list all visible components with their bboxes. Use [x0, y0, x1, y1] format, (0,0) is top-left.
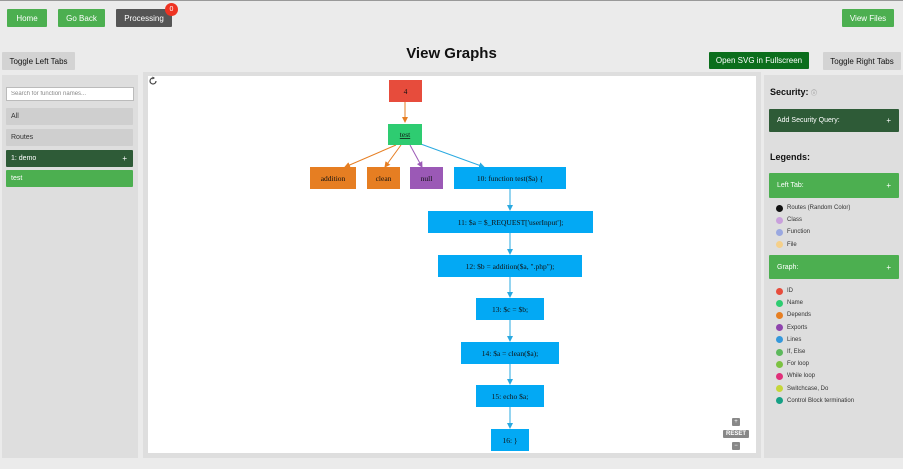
- info-icon: ⓘ: [811, 91, 818, 97]
- node-depends-addition-label: addition: [321, 174, 346, 183]
- legend-label: Class: [787, 217, 803, 224]
- node-line-10-label: 10: function test($a) {: [477, 174, 543, 183]
- legend-item: Switchcase, Do: [776, 384, 828, 394]
- add-security-query-label: Add Security Query:: [777, 117, 840, 124]
- left-item-routes[interactable]: Routes: [6, 129, 133, 146]
- left-item-all[interactable]: All: [6, 108, 133, 125]
- legend-color-dot: [776, 287, 783, 295]
- left-item-demo[interactable]: 1: demo +: [6, 150, 133, 167]
- toggle-right-tabs-button[interactable]: Toggle Right Tabs: [823, 52, 901, 70]
- legend-label: For loop: [787, 361, 810, 368]
- security-title: Security:: [770, 87, 809, 97]
- add-security-query-button[interactable]: Add Security Query: +: [769, 109, 899, 132]
- left-item-label: 1: demo: [11, 155, 37, 162]
- legend-label: Name: [787, 300, 804, 307]
- node-line-12-label: 12: $b = addition($a, ".php");: [466, 262, 555, 271]
- legend-label: Function: [787, 229, 811, 236]
- node-id-label: 4: [404, 87, 408, 96]
- left-item-label: All: [11, 113, 19, 120]
- graph-legend-label: Graph:: [777, 263, 799, 271]
- node-line-14-label: 14: $a = clean($a);: [482, 349, 539, 358]
- legend-color-dot: [776, 311, 783, 319]
- legend-item: Class: [776, 215, 802, 225]
- left-item-label: test: [11, 175, 23, 182]
- legend-label: While loop: [787, 373, 816, 380]
- legend-item: Lines: [776, 335, 801, 345]
- legend-label: Depends: [787, 312, 812, 319]
- left-tab-legend-toggle[interactable]: Left Tab: +: [769, 173, 899, 198]
- processing-label: Processing: [124, 13, 164, 23]
- open-svg-fullscreen-button[interactable]: Open SVG in Fullscreen: [709, 52, 809, 69]
- legend-item: Exports: [776, 323, 807, 333]
- legend-item: If, Else: [776, 347, 805, 357]
- legends-title: Legends:: [770, 152, 811, 162]
- legend-color-dot: [776, 348, 783, 356]
- legend-color-dot: [776, 299, 783, 307]
- legend-label: ID: [787, 288, 793, 294]
- legend-label: Switchcase, Do: [787, 385, 829, 392]
- legend-color-dot: [776, 324, 783, 332]
- graph-legend-toggle[interactable]: Graph: +: [769, 255, 899, 279]
- node-depends-clean-label: clean: [376, 174, 392, 183]
- legend-item: While loop: [776, 371, 815, 381]
- node-name-label[interactable]: test: [400, 130, 411, 139]
- legend-item: ID: [776, 286, 793, 296]
- zoom-out-button[interactable]: −: [732, 442, 740, 450]
- legend-color-dot: [776, 372, 783, 380]
- left-item-label: Routes: [11, 134, 34, 141]
- view-files-button[interactable]: View Files: [842, 9, 894, 27]
- legend-item: Name: [776, 298, 803, 308]
- legend-color-dot: [776, 228, 783, 236]
- legend-item: For loop: [776, 359, 809, 369]
- edge-name-null: [409, 144, 423, 168]
- zoom-in-button[interactable]: +: [732, 418, 740, 426]
- legend-color-dot: [776, 385, 783, 393]
- expand-plus-icon: +: [122, 154, 127, 163]
- plus-icon: +: [886, 262, 891, 272]
- legend-label: Lines: [787, 336, 802, 343]
- go-back-button[interactable]: Go Back: [58, 9, 105, 27]
- edge-name-addition: [344, 144, 397, 168]
- legend-item: File: [776, 240, 797, 250]
- legend-label: Control Block termination: [787, 397, 855, 404]
- legend-label: File: [787, 241, 797, 248]
- plus-icon: +: [886, 181, 891, 190]
- legend-label: If, Else: [787, 349, 806, 355]
- processing-count-badge: 0: [165, 3, 178, 16]
- legend-color-dot: [776, 241, 783, 249]
- legend-item: Function: [776, 227, 810, 237]
- edge-name-line10: [417, 142, 485, 169]
- legend-color-dot: [776, 216, 783, 224]
- security-heading: Security: ⓘ: [770, 87, 817, 97]
- legend-color-dot: [776, 336, 783, 344]
- legend-item: Control Block termination: [776, 396, 854, 406]
- node-line-11-label: 11: $a = $_REQUEST['userInput'];: [458, 218, 564, 227]
- function-search-input[interactable]: [6, 87, 134, 101]
- node-line-15-label: 15: echo $a;: [492, 392, 529, 401]
- legend-label: Routes (Random Color): [787, 205, 851, 211]
- plus-icon: +: [886, 116, 891, 125]
- node-line-16-label: 16: }: [502, 436, 517, 445]
- node-exports-null-label: null: [421, 174, 433, 183]
- home-button[interactable]: Home: [7, 9, 47, 27]
- legend-color-dot: [776, 397, 783, 405]
- reset-zoom-button[interactable]: RESET: [723, 430, 749, 438]
- node-line-13-label: 13: $c = $b;: [492, 305, 528, 314]
- legend-item: Routes (Random Color): [776, 203, 850, 213]
- left-item-test[interactable]: test: [6, 170, 133, 187]
- left-tab-legend-label: Left Tab:: [777, 182, 804, 189]
- call-graph: 4 test addition clean null 10: function …: [310, 80, 593, 451]
- legend-color-dot: [776, 204, 783, 212]
- legend-label: Exports: [787, 324, 808, 331]
- legend-color-dot: [776, 360, 783, 368]
- processing-button[interactable]: Processing 0: [116, 3, 178, 27]
- legend-item: Depends: [776, 310, 811, 320]
